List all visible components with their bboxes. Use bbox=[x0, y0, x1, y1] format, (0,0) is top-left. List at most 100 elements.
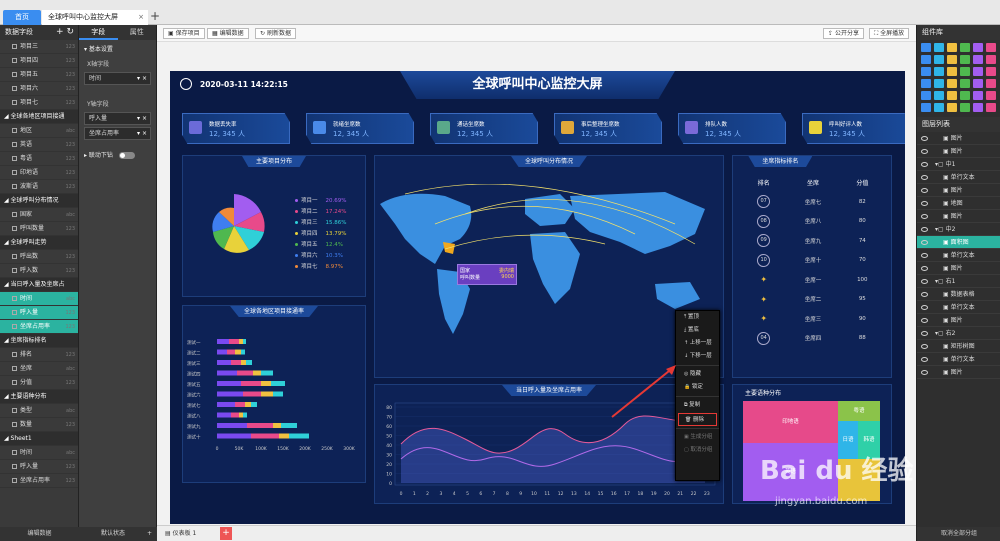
checkbox-icon[interactable] bbox=[12, 422, 17, 427]
remove-icon[interactable]: ▾ × bbox=[137, 73, 147, 85]
component-icon[interactable] bbox=[947, 55, 957, 64]
layer-item[interactable]: ▾▢ 右2 bbox=[917, 327, 1000, 340]
refresh-data-button[interactable]: ↻ 刷新数据 bbox=[255, 28, 296, 39]
eye-icon[interactable] bbox=[921, 162, 928, 167]
remove-icon[interactable]: ▾ × bbox=[137, 128, 147, 140]
checkbox-icon[interactable] bbox=[12, 408, 17, 413]
layer-item[interactable]: ▣ 地图 bbox=[917, 197, 1000, 210]
checkbox-icon[interactable] bbox=[12, 450, 17, 455]
bar-segment[interactable] bbox=[217, 370, 237, 376]
bar-segment[interactable] bbox=[273, 391, 283, 397]
checkbox-icon[interactable] bbox=[12, 58, 17, 63]
kpi-card[interactable]: 事后整理坐席数 12, 345 人 bbox=[554, 113, 662, 144]
bar-segment[interactable] bbox=[243, 339, 246, 344]
eye-icon[interactable] bbox=[921, 370, 928, 375]
panel-seat-ranking[interactable]: 坐席指标排名 排名 坐席 分值 07 坐席七 82 08 坐席八 80 09 坐席九 74 10 坐席十 7… bbox=[732, 155, 892, 378]
bar-segment[interactable] bbox=[279, 433, 289, 439]
eye-icon[interactable] bbox=[921, 266, 928, 271]
field-group[interactable]: ◢ 全球呼叫走势 bbox=[0, 236, 78, 250]
component-icon[interactable] bbox=[921, 79, 931, 88]
bar-segment[interactable] bbox=[247, 423, 273, 428]
checkbox-icon[interactable] bbox=[12, 380, 17, 385]
checkbox-icon[interactable] bbox=[12, 296, 17, 301]
layer-item[interactable]: ▣ 图片 bbox=[917, 262, 1000, 275]
bar-segment[interactable] bbox=[239, 412, 243, 418]
field-item[interactable]: 项目五 123 bbox=[0, 68, 78, 82]
bar-segment[interactable] bbox=[239, 339, 243, 344]
eye-icon[interactable] bbox=[921, 214, 928, 219]
tab-attr[interactable]: 属性 bbox=[118, 25, 157, 40]
field-item[interactable]: 坐席占用率 123 bbox=[0, 474, 78, 488]
component-icon[interactable] bbox=[960, 103, 970, 112]
menu-item[interactable]: ↓ 下移一层 bbox=[676, 350, 719, 363]
table-row[interactable]: ✦ 坐席三 90 bbox=[739, 309, 887, 329]
add-sheet-button[interactable]: + bbox=[220, 527, 232, 540]
bar-segment[interactable] bbox=[217, 402, 235, 407]
tab-dashboard[interactable]: 全球呼叫中心监控大屏 × bbox=[42, 10, 148, 25]
add-state-icon[interactable]: + bbox=[147, 527, 152, 541]
eye-icon[interactable] bbox=[921, 318, 928, 323]
bar-segment[interactable] bbox=[217, 412, 231, 418]
checkbox-icon[interactable] bbox=[12, 310, 17, 315]
bar-segment[interactable] bbox=[261, 391, 273, 397]
eye-icon[interactable] bbox=[921, 279, 928, 284]
eye-icon[interactable] bbox=[921, 201, 928, 206]
menu-item[interactable]: ↑ 上移一层 bbox=[676, 337, 719, 350]
table-row[interactable]: 08 坐席八 80 bbox=[739, 212, 887, 232]
layer-item[interactable]: ▣ 单行文本 bbox=[917, 249, 1000, 262]
table-row[interactable]: 10 坐席十 70 bbox=[739, 251, 887, 271]
layer-item[interactable]: ▣ 单行文本 bbox=[917, 301, 1000, 314]
checkbox-icon[interactable] bbox=[12, 128, 17, 133]
component-icon[interactable] bbox=[986, 67, 996, 76]
edit-data-button[interactable]: 编辑数据 bbox=[0, 527, 79, 541]
component-icon[interactable] bbox=[934, 43, 944, 52]
component-icon[interactable] bbox=[973, 67, 983, 76]
checkbox-icon[interactable] bbox=[12, 72, 17, 77]
field-item[interactable]: 项目四 123 bbox=[0, 54, 78, 68]
layer-item[interactable]: ▣ 图片 bbox=[917, 210, 1000, 223]
component-icon[interactable] bbox=[986, 103, 996, 112]
component-icon[interactable] bbox=[986, 43, 996, 52]
layer-item[interactable]: ▾▢ 右1 bbox=[917, 275, 1000, 288]
layer-item[interactable]: ▣ 单行文本 bbox=[917, 353, 1000, 366]
checkbox-icon[interactable] bbox=[12, 352, 17, 357]
bar-segment[interactable] bbox=[217, 339, 229, 344]
table-row[interactable]: 07 坐席七 82 bbox=[739, 192, 887, 212]
table-row[interactable]: ✦ 坐席一 100 bbox=[739, 270, 887, 290]
bar-segment[interactable] bbox=[229, 339, 239, 344]
layer-item[interactable]: ▾▢ 中2 bbox=[917, 223, 1000, 236]
eye-icon[interactable] bbox=[921, 357, 928, 362]
field-item[interactable]: 地区 abc bbox=[0, 124, 78, 138]
default-state-button[interactable]: 默认状态 + bbox=[79, 527, 157, 541]
field-item[interactable]: 印地语 123 bbox=[0, 166, 78, 180]
panel-project-distribution[interactable]: 主要项目分布 项目一 20.69% 项目二 17.24% 项目三 15.86% 项目四 13.… bbox=[182, 155, 366, 297]
component-icon[interactable] bbox=[947, 43, 957, 52]
field-item[interactable]: 呼入量 123 bbox=[0, 460, 78, 474]
eye-icon[interactable] bbox=[921, 175, 928, 180]
eye-icon[interactable] bbox=[921, 344, 928, 349]
component-icon[interactable] bbox=[973, 43, 983, 52]
checkbox-icon[interactable] bbox=[12, 44, 17, 49]
save-project-button[interactable]: ▣ 保存项目 bbox=[163, 28, 205, 39]
component-icon[interactable] bbox=[960, 67, 970, 76]
kpi-card[interactable]: 就绪坐席数 12, 345 人 bbox=[306, 113, 414, 144]
field-item[interactable]: 时间 abc bbox=[0, 292, 78, 306]
layer-item[interactable]: ▾▢ 中1 bbox=[917, 158, 1000, 171]
component-icon[interactable] bbox=[960, 55, 970, 64]
checkbox-icon[interactable] bbox=[12, 212, 17, 217]
bar-segment[interactable] bbox=[231, 412, 239, 418]
layer-item[interactable]: ▣ 图片 bbox=[917, 314, 1000, 327]
layer-item[interactable]: ▣ 面积图 bbox=[917, 236, 1000, 249]
edit-data-toolbar-button[interactable]: ▦ 编辑数据 bbox=[207, 28, 249, 39]
ungroup-all-button[interactable]: 取消全部分组 bbox=[917, 527, 1000, 541]
layer-item[interactable]: ▣ 数据表格 bbox=[917, 288, 1000, 301]
component-icon[interactable] bbox=[960, 79, 970, 88]
component-icon[interactable] bbox=[986, 55, 996, 64]
bar-segment[interactable] bbox=[217, 381, 241, 386]
field-item[interactable]: 波斯语 123 bbox=[0, 180, 78, 194]
layer-item[interactable]: ▣ 图片 bbox=[917, 184, 1000, 197]
checkbox-icon[interactable] bbox=[12, 184, 17, 189]
y-axis-field-2[interactable]: 坐席占用率 ▾ × bbox=[84, 127, 151, 140]
eye-icon[interactable] bbox=[921, 305, 928, 310]
eye-icon[interactable] bbox=[921, 227, 928, 232]
